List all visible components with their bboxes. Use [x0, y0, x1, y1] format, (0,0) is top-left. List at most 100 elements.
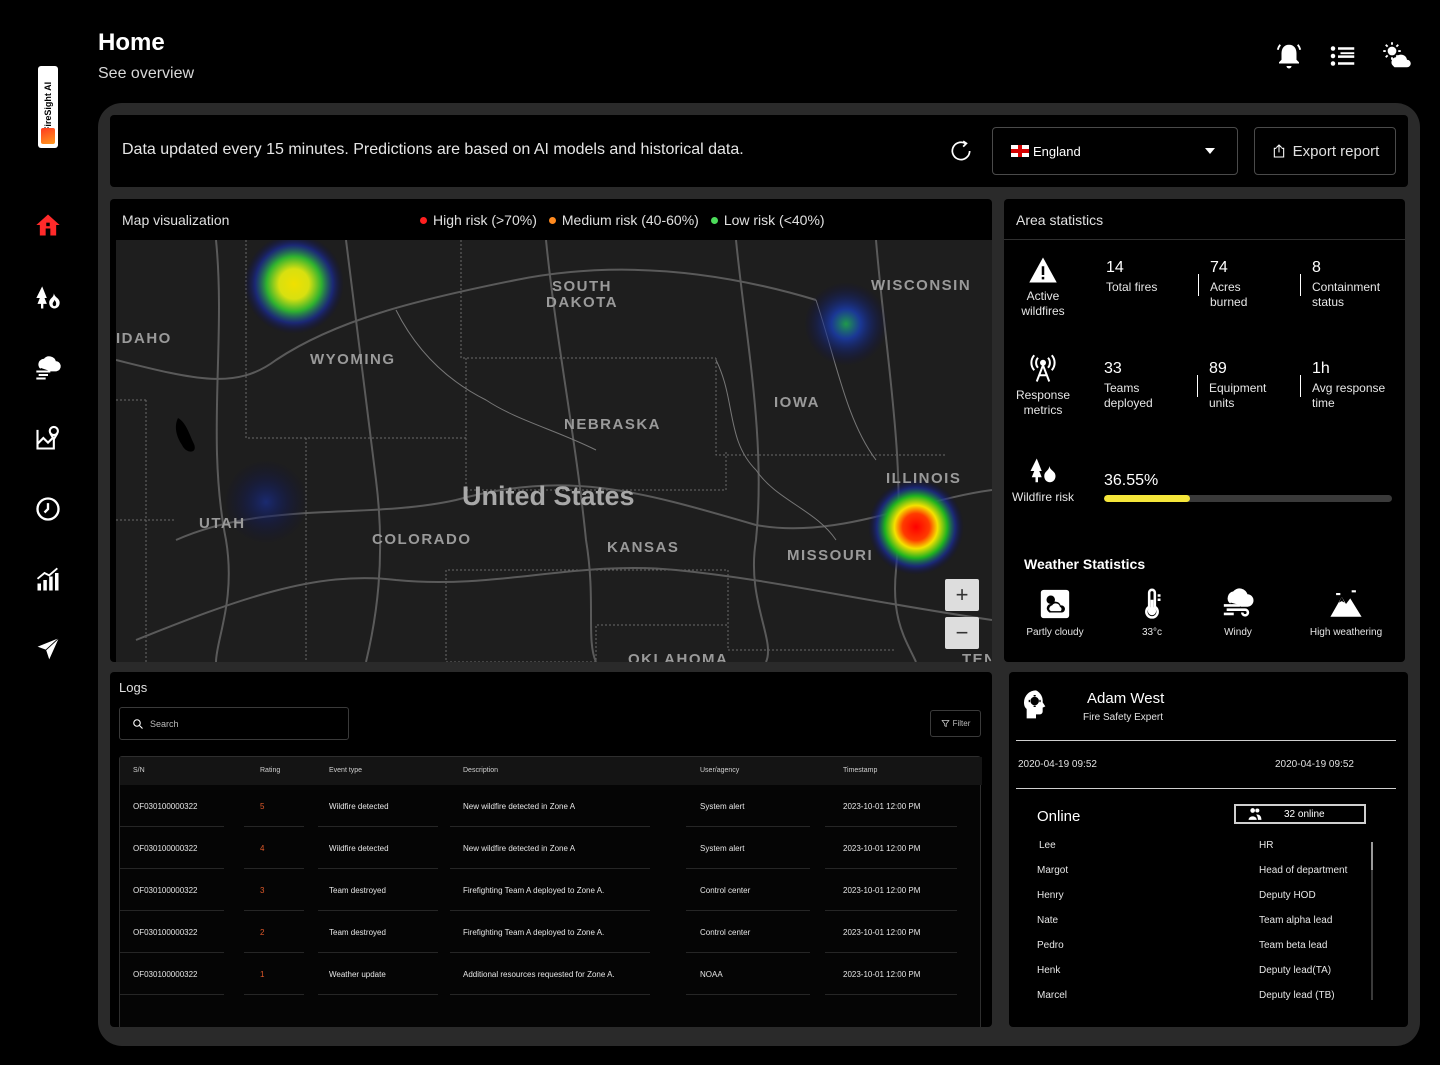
- table-row[interactable]: OF030100000322 5 Wildfire detected New w…: [120, 785, 982, 827]
- metric-containment-label: Containment status: [1312, 280, 1381, 309]
- col-description[interactable]: Description: [463, 767, 498, 774]
- legend-low: Low risk (<40%): [710, 212, 825, 228]
- online-user-role: Head of department: [1259, 865, 1348, 876]
- cell-sn: OF030100000322: [133, 970, 198, 979]
- map-label-colorado: COLORADO: [372, 531, 472, 548]
- app-logo[interactable]: FireSight AI: [38, 66, 58, 148]
- profile-divider: [1016, 740, 1396, 741]
- refresh-icon[interactable]: [948, 138, 974, 164]
- list-menu-icon[interactable]: [1327, 40, 1359, 72]
- nav-home-icon[interactable]: [32, 209, 64, 241]
- map-label-illinois: ILLINOIS: [886, 470, 961, 487]
- page-title: Home: [98, 29, 165, 56]
- weather-sun-cloud-icon[interactable]: [1381, 40, 1413, 72]
- cell-rating: 5: [260, 802, 265, 811]
- map-canvas[interactable]: SOUTH DAKOTA WISCONSIN IDAHO WYOMING NEB…: [116, 240, 992, 662]
- table-row[interactable]: OF030100000322 3 Team destroyed Firefigh…: [120, 869, 982, 911]
- profile-panel: [1009, 672, 1408, 1027]
- map-label-wyoming: WYOMING: [310, 351, 396, 368]
- col-sn[interactable]: S/N: [133, 767, 145, 774]
- metric-equipment-units: 89 Equipment units: [1209, 361, 1289, 411]
- metric-containment-value: 8: [1312, 259, 1321, 276]
- partly-cloudy-icon: [1040, 589, 1070, 619]
- active-wildfires-category: Active wildfires: [1005, 255, 1081, 319]
- nav-bar-chart-icon[interactable]: [32, 564, 64, 596]
- logo-mark-icon: [41, 128, 55, 144]
- export-report-button[interactable]: Export report: [1254, 127, 1396, 175]
- cell-rating: 3: [260, 886, 265, 895]
- divider: [1300, 274, 1301, 296]
- metric-total-fires-label: Total fires: [1106, 280, 1158, 294]
- map-label-missouri: MISSOURI: [787, 547, 873, 564]
- table-row[interactable]: OF030100000322 1 Weather update Addition…: [120, 953, 982, 995]
- online-user-name[interactable]: Marcel: [1037, 990, 1067, 1001]
- filter-button[interactable]: Filter: [930, 710, 981, 737]
- nav-clock-icon[interactable]: [32, 493, 64, 525]
- filter-icon: [940, 720, 950, 728]
- nav-fire-icon[interactable]: [32, 282, 64, 314]
- metric-equipment-units-value: 89: [1209, 360, 1227, 377]
- weather-partly-cloudy-label: Partly cloudy: [1026, 627, 1084, 638]
- stats-title: Area statistics: [1016, 212, 1104, 228]
- map-country-label: United States: [462, 481, 635, 511]
- cell-rating: 4: [260, 844, 265, 853]
- map-label-kansas: KANSAS: [607, 539, 679, 556]
- profile-name: Adam West: [1087, 690, 1165, 707]
- logo-text: FireSight AI: [43, 81, 54, 133]
- metric-avg-response-label: Avg response time: [1312, 381, 1386, 410]
- logs-search[interactable]: [119, 707, 349, 740]
- nav-wind-cloud-icon[interactable]: [32, 352, 64, 384]
- nav-send-icon[interactable]: [32, 633, 64, 665]
- hotspot-wisconsin[interactable]: [804, 282, 888, 366]
- cell-rating: 2: [260, 928, 265, 937]
- active-wildfires-label: Active wildfires: [1021, 289, 1065, 318]
- col-user-agency[interactable]: User/agency: [700, 767, 739, 774]
- map-label-south-dakota-2: DAKOTA: [546, 294, 618, 311]
- col-event-type[interactable]: Event type: [329, 767, 362, 774]
- high-risk-dot-icon: [420, 216, 427, 224]
- zoom-in-button[interactable]: +: [945, 579, 979, 611]
- logs-panel: Logs Filter S/N Rating Event type Descri…: [110, 672, 992, 1027]
- table-row[interactable]: OF030100000322 4 Wildfire detected New w…: [120, 827, 982, 869]
- map-label-utah: UTAH: [199, 515, 246, 532]
- hotspot-illinois[interactable]: [868, 479, 964, 575]
- online-user-name[interactable]: Henk: [1037, 965, 1060, 976]
- export-report-label: Export report: [1292, 142, 1380, 160]
- response-metrics-label: Response metrics: [1015, 388, 1071, 417]
- legend-low-label: Low risk (<40%): [723, 212, 825, 228]
- cell-description: Firefighting Team A deployed to Zone A.: [463, 886, 605, 895]
- cell-event: Wildfire detected: [329, 802, 389, 811]
- col-timestamp[interactable]: Timestamp: [843, 767, 877, 774]
- weather-windy: Windy: [1210, 587, 1266, 638]
- thermometer-icon: [1145, 588, 1161, 619]
- logs-search-input[interactable]: [150, 718, 330, 729]
- online-user-name[interactable]: Nate: [1037, 915, 1058, 926]
- hotspot-wyoming[interactable]: [244, 240, 344, 334]
- wildfire-risk-progress-fill: [1104, 495, 1191, 502]
- online-user-name[interactable]: Margot: [1037, 865, 1068, 876]
- metric-total-fires: 14 Total fires: [1106, 260, 1176, 295]
- nav-map-pin-icon[interactable]: [32, 422, 64, 454]
- profile-date-right: 2020-04-19 09:52: [1275, 759, 1354, 770]
- cell-sn: OF030100000322: [133, 928, 198, 937]
- online-user-name[interactable]: Henry: [1037, 890, 1064, 901]
- country-select[interactable]: England: [992, 127, 1238, 175]
- metric-acres-burned: 74 Acres burned: [1210, 260, 1280, 310]
- table-row[interactable]: OF030100000322 2 Team destroyed Firefigh…: [120, 911, 982, 953]
- legend-medium: Medium risk (40-60%): [548, 212, 699, 228]
- online-count-badge[interactable]: 32 online: [1234, 804, 1366, 824]
- zoom-out-button[interactable]: −: [945, 617, 979, 649]
- online-user-role: Deputy lead(TA): [1259, 965, 1332, 976]
- online-list-scrollbar[interactable]: [1371, 842, 1373, 1000]
- expert-avatar-icon[interactable]: [1020, 688, 1052, 722]
- cell-event: Team destroyed: [329, 886, 386, 895]
- col-rating[interactable]: Rating: [260, 767, 280, 774]
- cell-sn: OF030100000322: [133, 886, 198, 895]
- online-user-role: HR: [1259, 840, 1274, 851]
- online-user-name[interactable]: Lee: [1039, 840, 1056, 851]
- notification-bell-icon[interactable]: [1273, 40, 1305, 72]
- online-user-name[interactable]: Pedro: [1037, 940, 1064, 951]
- page-subtitle: See overview: [98, 65, 195, 82]
- cell-rating: 1: [260, 970, 265, 979]
- cell-event: Team destroyed: [329, 928, 386, 937]
